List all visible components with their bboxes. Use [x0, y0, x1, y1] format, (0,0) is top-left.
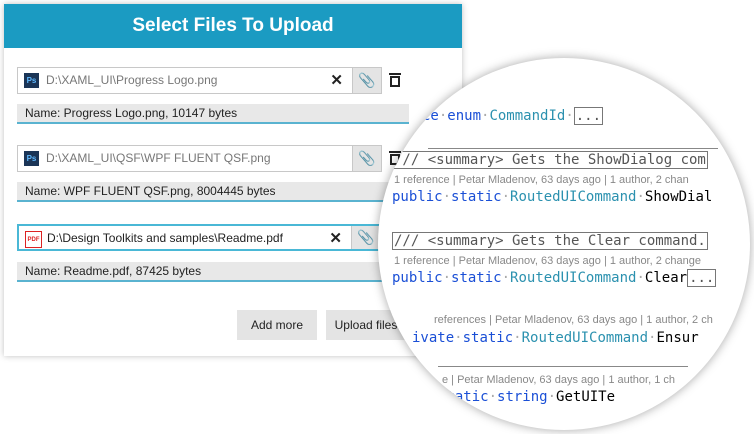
file-info-1: Name: Progress Logo.png, 10147 bytes	[17, 104, 409, 124]
codelens-info-1: 1 reference | Petar Mladenov, 63 days ag…	[394, 174, 689, 186]
delete-button[interactable]	[388, 72, 402, 88]
file-info-3: Name: Readme.pdf, 87425 bytes	[17, 262, 409, 282]
dialog-title: Select Files To Upload	[4, 4, 462, 48]
attach-button[interactable]: 📎	[351, 226, 380, 249]
photoshop-icon: Ps	[24, 151, 39, 166]
file-info-2: Name: WPF FLUENT QSF.png, 8004445 bytes	[17, 182, 409, 202]
codelens-info-4: e | Petar Mladenov, 63 days ago | 1 auth…	[442, 374, 675, 386]
paperclip-icon: 📎	[357, 229, 375, 245]
file-path-field-2[interactable]: Ps D:\XAML_UI\QSF\WPF FLUENT QSF.png 📎	[17, 145, 382, 172]
code-magnifier: ce·enum·CommandId·... /// <summary> Gets…	[378, 58, 750, 430]
clear-icon[interactable]: ✕	[329, 229, 342, 247]
codelens-info-3: references | Petar Mladenov, 63 days ago…	[434, 314, 713, 326]
attach-button[interactable]: 📎	[352, 146, 381, 171]
code-comment-1: /// <summary> Gets the ShowDialog com	[392, 151, 708, 169]
add-more-button[interactable]: Add more	[237, 310, 317, 340]
file-path-2: D:\XAML_UI\QSF\WPF FLUENT QSF.png	[46, 151, 271, 165]
file-path-field-3[interactable]: PDF D:\Design Toolkits and samples\Readm…	[17, 224, 382, 251]
code-line-1: ce·enum·CommandId·...	[422, 107, 604, 125]
attach-button[interactable]: 📎	[352, 68, 381, 93]
clear-icon[interactable]: ✕	[330, 71, 343, 89]
codelens-info-2: 1 reference | Petar Mladenov, 63 days ag…	[394, 255, 701, 267]
file-path-1: D:\XAML_UI\Progress Logo.png	[46, 73, 218, 87]
photoshop-icon: Ps	[24, 73, 39, 88]
paperclip-icon: 📎	[358, 72, 376, 88]
file-path-field-1[interactable]: Ps D:\XAML_UI\Progress Logo.png ✕ 📎	[17, 67, 382, 94]
code-comment-2: /// <summary> Gets the Clear command.	[392, 232, 708, 250]
file-path-3: D:\Design Toolkits and samples\Readme.pd…	[47, 231, 283, 245]
code-line-2: public·static·RoutedUICommand·ShowDial	[392, 189, 713, 205]
code-line-4: ivate·static·RoutedUICommand·Ensur	[412, 330, 699, 346]
paperclip-icon: 📎	[358, 150, 376, 166]
code-line-5: static·string·GetUITe	[438, 389, 616, 405]
code-line-3: public·static·RoutedUICommand·Clear...	[392, 269, 717, 287]
trash-icon	[389, 73, 401, 75]
pdf-icon: PDF	[25, 231, 42, 248]
